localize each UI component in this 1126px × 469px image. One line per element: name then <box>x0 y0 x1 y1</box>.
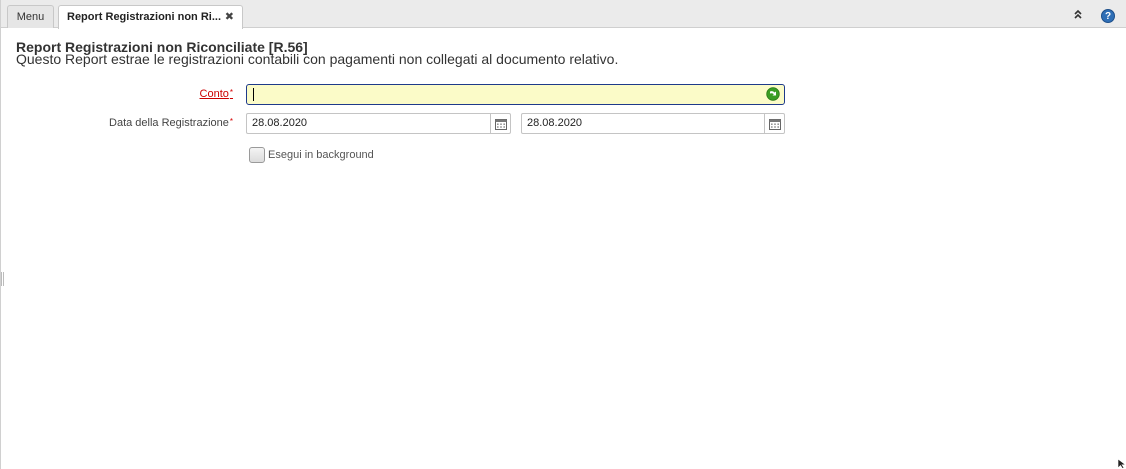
date-from-field[interactable]: 28.08.2020 <box>246 113 511 134</box>
conto-label-text[interactable]: Conto <box>200 88 229 100</box>
report-window: Menu Report Registrazioni non Ri... ✖ ? … <box>0 0 1126 469</box>
tab-menu[interactable]: Menu <box>7 5 54 28</box>
double-chevron-up-icon[interactable] <box>1071 9 1085 23</box>
close-icon[interactable]: ✖ <box>225 6 234 28</box>
panel-splitter-handle[interactable] <box>1 272 4 286</box>
calendar-icon[interactable] <box>764 113 785 134</box>
date-to-input[interactable]: 28.08.2020 <box>521 113 785 134</box>
calendar-icon-shape <box>769 118 781 130</box>
date-from-input[interactable]: 28.08.2020 <box>246 113 511 134</box>
data-registrazione-label: Data della Registrazione* <box>109 117 233 129</box>
collapse-icon-shape <box>1074 9 1082 19</box>
lookup-icon[interactable] <box>766 87 780 101</box>
conto-label[interactable]: Conto* <box>200 88 233 100</box>
required-mark: * <box>229 88 233 97</box>
mouse-cursor-icon <box>1117 458 1126 469</box>
tab-report-label: Report Registrazioni non Ri... <box>67 11 222 23</box>
required-mark: * <box>229 117 233 126</box>
tab-report[interactable]: Report Registrazioni non Ri... ✖ <box>58 5 243 29</box>
page-description: Questo Report estrae le registrazioni co… <box>16 51 619 67</box>
date-to-field[interactable]: 28.08.2020 <box>521 113 785 134</box>
text-caret <box>253 88 254 101</box>
background-checkbox[interactable] <box>249 147 265 163</box>
conto-input[interactable] <box>246 84 785 105</box>
calendar-icon-shape <box>495 118 507 130</box>
tab-bar: Menu Report Registrazioni non Ri... ✖ ? <box>1 0 1126 29</box>
background-checkbox-label[interactable]: Esegui in background <box>268 149 374 161</box>
calendar-icon[interactable] <box>490 113 511 134</box>
help-icon[interactable]: ? <box>1101 9 1115 23</box>
data-registrazione-label-text: Data della Registrazione <box>109 117 229 129</box>
